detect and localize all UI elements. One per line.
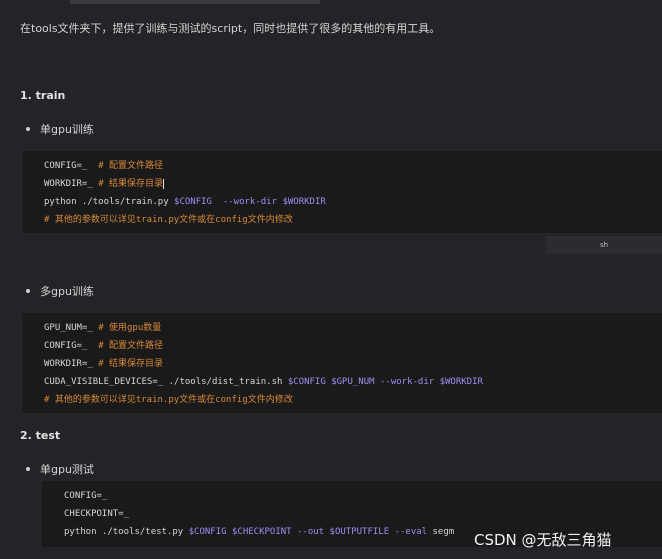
code-comment: # 使用gpu数量 — [98, 323, 162, 333]
code-line: CONFIG=_ # 配置文件路径 — [44, 337, 662, 355]
code-text: CONFIG=_ — [44, 341, 88, 351]
code-variable: $CHECKPOINT — [231, 527, 292, 537]
bullet-single-gpu-test: 单gpu测试 — [26, 461, 94, 477]
code-text: WORKDIR=_ — [44, 359, 93, 369]
code-variable: $CONFIG — [287, 377, 326, 387]
code-line: CHECKPOINT=_ — [64, 505, 662, 523]
top-divider — [70, 0, 320, 4]
intro-text: 在tools文件夹下，提供了训练与测试的script，同时也提供了很多的其他的有… — [20, 22, 441, 35]
code-text: GPU_NUM=_ — [44, 323, 93, 333]
code-variable: $CONFIG — [174, 197, 212, 207]
code-variable: $OUTPUTFILE — [329, 527, 390, 537]
code-line: WORKDIR=_ # 结果保存目录 — [44, 355, 662, 373]
bullet-label: 单gpu测试 — [40, 463, 94, 476]
code-text: CONFIG=_ — [64, 491, 108, 501]
code-variable: $CONFIG — [188, 527, 227, 537]
bullet-label: 多gpu训练 — [40, 285, 94, 298]
code-comment: # 其他的参数可以详见train.py文件或在config文件内修改 — [44, 215, 293, 225]
code-text: CUDA_VISIBLE_DEVICES=_ ./tools/dist_trai… — [44, 377, 288, 387]
code-text: CHECKPOINT=_ — [64, 509, 130, 519]
code-lang-tag: sh — [546, 236, 662, 254]
code-flag: --out — [291, 527, 330, 537]
code-line: WORKDIR=_ # 结果保存目录 — [44, 175, 662, 193]
code-variable: $GPU_NUM — [331, 377, 375, 387]
heading-train: 1. train — [20, 89, 66, 102]
code-line: # 其他的参数可以详见train.py文件或在config文件内修改 — [44, 211, 662, 229]
code-block-single-gpu-train[interactable]: CONFIG=_ # 配置文件路径 WORKDIR=_ # 结果保存目录 pyt… — [22, 151, 662, 233]
code-line: GPU_NUM=_ # 使用gpu数量 — [44, 319, 662, 337]
code-block-multi-gpu-train[interactable]: GPU_NUM=_ # 使用gpu数量 CONFIG=_ # 配置文件路径 WO… — [22, 313, 662, 413]
code-text: segm — [432, 527, 455, 537]
code-text: python ./tools/train.py — [44, 197, 175, 207]
code-variable: $WORKDIR — [282, 197, 326, 207]
code-comment: # 配置文件路径 — [98, 161, 164, 171]
code-text: WORKDIR=_ — [44, 179, 93, 189]
code-line: python ./tools/train.py $CONFIG --work-d… — [44, 193, 662, 211]
code-flag: --work-dir — [211, 197, 283, 207]
code-flag: --eval — [389, 527, 433, 537]
code-line: CUDA_VISIBLE_DEVICES=_ ./tools/dist_trai… — [44, 373, 662, 391]
bullet-icon — [26, 289, 30, 293]
bullet-icon — [26, 467, 30, 471]
code-text: python ./tools/test.py — [64, 527, 189, 537]
bullet-icon — [26, 127, 30, 131]
watermark: CSDN @无敌三角猫 — [474, 531, 612, 549]
code-comment: # 结果保存目录 — [98, 179, 164, 189]
bullet-single-gpu-train: 单gpu训练 — [26, 121, 94, 137]
code-flag: --work-dir — [374, 377, 440, 387]
code-comment: # 其他的参数可以详见train.py文件或在config文件内修改 — [44, 395, 293, 405]
code-line: CONFIG=_ # 配置文件路径 — [44, 157, 662, 175]
code-line: CONFIG=_ — [64, 487, 662, 505]
code-comment: # 配置文件路径 — [98, 341, 164, 351]
bullet-multi-gpu-train: 多gpu训练 — [26, 283, 94, 299]
text-cursor — [163, 178, 165, 189]
code-text: CONFIG=_ — [44, 161, 88, 171]
bullet-label: 单gpu训练 — [40, 123, 94, 136]
code-comment: # 结果保存目录 — [98, 359, 164, 369]
heading-test: 2. test — [20, 429, 61, 442]
code-line: # 其他的参数可以详见train.py文件或在config文件内修改 — [44, 391, 662, 409]
code-variable: $WORKDIR — [439, 377, 483, 387]
